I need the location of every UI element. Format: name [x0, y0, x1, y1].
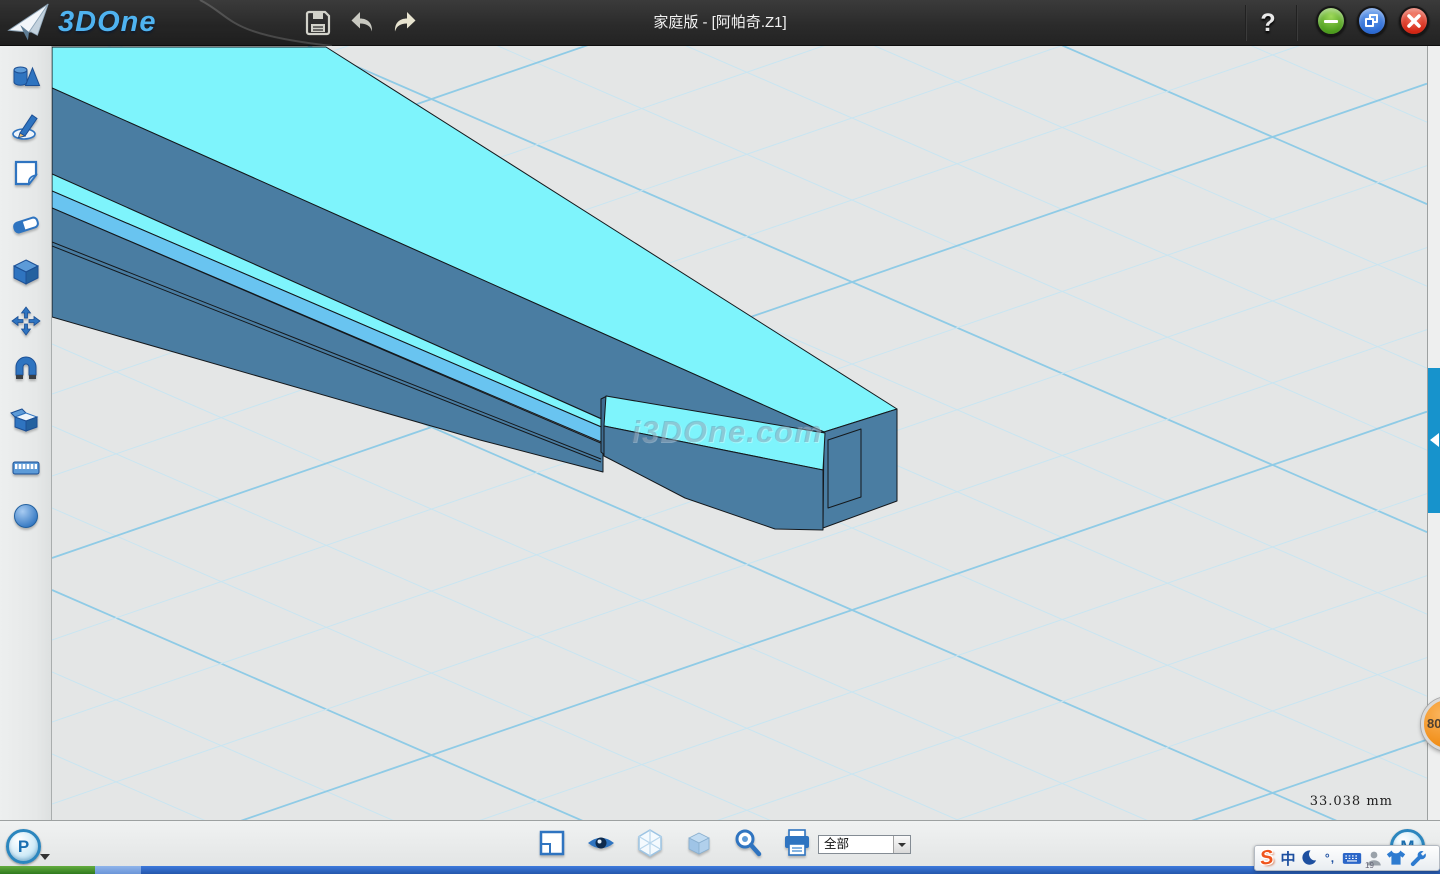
printer-icon	[781, 827, 813, 859]
tshirt-icon	[1386, 849, 1406, 867]
3d-viewport[interactable]: i3DOne.com i3DOne.com 33.038 mm	[52, 46, 1427, 820]
ime-logo-button[interactable]: S	[1257, 846, 1277, 870]
profile-p-button[interactable]: P	[6, 829, 41, 864]
sketch-pencil-icon	[10, 110, 42, 142]
left-toolbar	[0, 46, 52, 820]
redo-arrow-icon	[389, 7, 421, 39]
eraser-edit-tool-button[interactable]	[8, 206, 44, 242]
move-tool-button[interactable]	[8, 304, 44, 340]
undo-arrow-icon	[346, 7, 378, 39]
open-box-icon	[10, 403, 42, 435]
surface-sheet-icon	[10, 157, 42, 189]
ime-language-mode-button[interactable]: 中	[1278, 846, 1298, 870]
undo-button[interactable]	[346, 7, 378, 39]
primitives-icon	[10, 61, 42, 93]
feature-tool-button[interactable]	[8, 255, 44, 291]
ime-night-mode-button[interactable]	[1299, 846, 1319, 870]
app-logo: 3DOne	[6, 2, 156, 42]
cube-icon	[10, 256, 42, 288]
titlebar: 3DOne 家庭版 - [阿帕奇.Z1] ?	[0, 0, 1440, 46]
keyboard-icon	[1342, 849, 1362, 867]
display-filter-value: 全部	[819, 836, 893, 853]
sphere-icon	[10, 500, 42, 532]
display-filter-dropdown[interactable]: 全部	[818, 835, 911, 854]
wrench-icon	[1409, 849, 1427, 867]
ime-keyboard-button[interactable]	[1341, 846, 1363, 870]
move-arrows-icon	[10, 305, 42, 337]
profile-dropdown-arrow[interactable]	[40, 854, 50, 860]
titlebar-separator	[1296, 5, 1298, 41]
ruler-icon	[10, 452, 42, 484]
punctuation-label: °,	[1325, 851, 1335, 865]
material-tool-button[interactable]	[8, 499, 44, 535]
help-button[interactable]: ?	[1254, 4, 1282, 42]
sogou-logo-icon: S	[1259, 846, 1275, 870]
ime-punctuation-button[interactable]: °,	[1320, 846, 1340, 870]
ime-account-button[interactable]: 19	[1364, 846, 1384, 870]
moon-icon	[1300, 849, 1318, 867]
restore-button[interactable]	[1357, 6, 1387, 36]
taskbar-start-segment[interactable]	[0, 866, 95, 874]
save-button[interactable]	[302, 7, 334, 39]
dropdown-arrow-button[interactable]	[893, 836, 910, 853]
panel-flyout-tab[interactable]	[1428, 368, 1440, 513]
save-icon	[302, 7, 334, 39]
chevron-left-icon	[1430, 433, 1439, 447]
primitives-tool-button[interactable]	[8, 60, 44, 96]
eye-icon	[585, 827, 617, 859]
bottom-toolbar: P	[0, 820, 1440, 866]
eraser-icon	[10, 207, 42, 239]
minimize-icon	[1324, 20, 1338, 23]
3d-model[interactable]: i3DOne.com i3DOne.com	[52, 46, 1427, 820]
magnet-snap-tool-button[interactable]	[8, 353, 44, 389]
dimension-readout: 33.038 mm	[1310, 794, 1393, 809]
close-button[interactable]	[1399, 6, 1429, 36]
zoom-button[interactable]	[730, 827, 766, 861]
redo-button[interactable]	[389, 7, 421, 39]
ime-skin-button[interactable]	[1385, 846, 1407, 870]
close-icon	[1401, 8, 1427, 34]
measure-tool-button[interactable]	[8, 451, 44, 487]
wireframe-display-button[interactable]	[632, 827, 668, 861]
user-count-badge: 19	[1365, 861, 1374, 870]
window-title: 家庭版 - [阿帕奇.Z1]	[0, 0, 1440, 46]
paper-plane-icon	[4, 0, 56, 44]
visibility-button[interactable]	[583, 827, 619, 861]
brand-text: 3DOne	[58, 6, 156, 39]
shaded-cube-icon	[683, 827, 715, 859]
sketch-tool-button[interactable]	[8, 109, 44, 145]
wireframe-cube-icon	[634, 827, 666, 859]
view-plane-button[interactable]	[534, 827, 570, 861]
minimize-button[interactable]	[1316, 6, 1346, 36]
combine-tool-button[interactable]	[8, 402, 44, 438]
magnet-icon	[10, 354, 42, 386]
chinese-mode-label: 中	[1280, 848, 1295, 869]
titlebar-separator	[1245, 5, 1247, 41]
taskbar-edge	[0, 866, 1440, 874]
ime-settings-button[interactable]	[1408, 846, 1428, 870]
print-button[interactable]	[779, 827, 815, 861]
ime-toolbar: S 中 °, 19	[1254, 845, 1440, 871]
view-plane-icon	[536, 827, 568, 859]
chevron-down-icon	[898, 843, 906, 847]
watermark: i3DOne.com	[632, 414, 823, 449]
shaded-display-button[interactable]	[681, 827, 717, 861]
magnifier-icon	[732, 827, 764, 859]
sketch-surface-tool-button[interactable]	[8, 156, 44, 192]
taskbar-active-segment[interactable]	[95, 866, 141, 874]
application-window: 3DOne 家庭版 - [阿帕奇.Z1] ?	[0, 0, 1440, 874]
